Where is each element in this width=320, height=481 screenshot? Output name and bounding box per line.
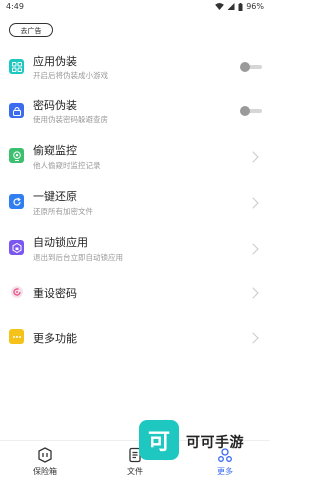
menu-item-reset-password[interactable]: 重设密码 xyxy=(0,270,270,314)
tab-label: 更多 xyxy=(217,467,233,476)
menu-item-auto-lock[interactable]: 自动锁应用 退出到后台立即自动锁应用 xyxy=(0,226,270,270)
lock-icon xyxy=(9,103,24,118)
menu-item-subtitle: 还原所有加密文件 xyxy=(33,207,93,216)
menu-item-subtitle: 使用伪装密码躲避查房 xyxy=(33,115,108,124)
chevron-right-icon xyxy=(247,287,259,299)
menu-item-title: 偷窥监控 xyxy=(33,144,77,157)
chevron-right-icon xyxy=(247,151,259,163)
status-icons: 96% xyxy=(215,2,264,11)
status-time: 4:49 xyxy=(6,2,24,11)
signal-icon xyxy=(227,3,235,10)
menu-item-app-disguise[interactable]: 应用伪装 开启后将伪装成小游戏 xyxy=(0,46,270,90)
status-bar: 4:49 96% xyxy=(0,0,270,14)
tab-safe[interactable]: 保险箱 xyxy=(15,447,75,477)
menu-item-more-features[interactable]: 更多功能 xyxy=(0,315,270,359)
watermark-logo: 可 xyxy=(139,420,179,460)
menu-item-password-disguise[interactable]: 密码伪装 使用伪装密码躲避查房 xyxy=(0,90,270,134)
chevron-right-icon xyxy=(247,197,259,209)
remove-ads-button[interactable]: 去广告 xyxy=(9,23,53,37)
chevron-right-icon xyxy=(247,243,259,255)
menu-item-peek-monitor[interactable]: 偷窥监控 他人偷窥时监控记录 xyxy=(0,134,270,178)
menu-item-subtitle: 退出到后台立即自动锁应用 xyxy=(33,253,123,262)
menu-item-title: 自动锁应用 xyxy=(33,236,88,249)
menu-item-one-click-restore[interactable]: 一键还原 还原所有加密文件 xyxy=(0,180,270,224)
wifi-icon xyxy=(215,3,225,10)
chevron-right-icon xyxy=(247,332,259,344)
watermark-text: 可可手游 xyxy=(186,435,244,451)
hexagon-lock-icon xyxy=(9,240,24,255)
grid-icon xyxy=(9,59,24,74)
menu-item-title: 一键还原 xyxy=(33,190,77,203)
menu-item-title: 密码伪装 xyxy=(33,99,77,112)
battery-level: 96% xyxy=(246,2,264,11)
battery-icon xyxy=(238,2,243,11)
password-disguise-toggle[interactable] xyxy=(240,106,262,116)
restore-icon xyxy=(9,194,24,209)
menu-item-title: 应用伪装 xyxy=(33,55,77,68)
watermark-logo-char: 可 xyxy=(147,430,170,455)
tab-label: 保险箱 xyxy=(33,467,57,476)
more-icon xyxy=(9,329,24,344)
menu-item-subtitle: 他人偷窥时监控记录 xyxy=(33,161,101,170)
menu-item-subtitle: 开启后将伪装成小游戏 xyxy=(33,71,108,80)
safe-icon xyxy=(38,447,52,463)
camera-icon xyxy=(9,148,24,163)
menu-item-title: 更多功能 xyxy=(33,332,77,345)
menu-item-title: 重设密码 xyxy=(33,287,77,300)
reset-password-icon xyxy=(9,284,24,299)
app-disguise-toggle[interactable] xyxy=(240,62,262,72)
tab-label: 文件 xyxy=(127,467,143,476)
